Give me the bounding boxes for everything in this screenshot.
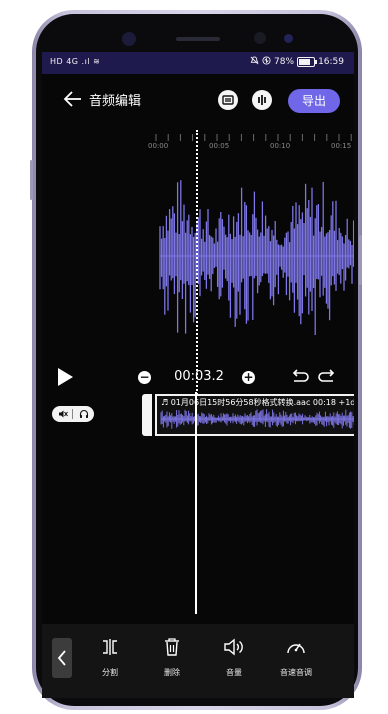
track-playhead[interactable] [195,392,197,614]
page-title: 音频编辑 [89,94,142,109]
undo-icon [292,369,309,382]
headphones-button[interactable] [73,406,94,422]
status-bar: HD 4G .ıl ≋ 78% 16:59 [42,52,354,74]
volume-icon [224,638,243,656]
track-options [52,406,94,422]
collapse-button[interactable] [52,638,72,678]
audio-track: ♬ 01月06日15时56分58秒格式转换.aac 00:18 +1db [42,392,354,440]
gauge-icon [287,643,305,654]
mute-notification-icon [250,56,259,68]
zoom-in-button[interactable]: + [242,371,255,384]
side-button-right [359,235,362,285]
zoom-out-button[interactable]: − [138,371,151,384]
mute-button[interactable] [52,406,73,422]
undo-button[interactable] [290,369,310,385]
battery-icon [297,57,318,67]
delete-tool[interactable]: 删除 [147,638,197,679]
clock: 16:59 [318,57,344,67]
main-waveform[interactable] [42,160,354,360]
volume-mute-icon [58,410,68,418]
sensor-2 [284,34,293,43]
tick-label: 00:00 [148,142,169,150]
audio-clip[interactable]: ♬ 01月06日15时56分58秒格式转换.aac 00:18 +1db [155,394,354,436]
front-camera [122,32,136,46]
ruler-ticks [155,134,352,141]
playback-controls: − 00:03.2 + [42,363,354,393]
clip-waveform [160,409,354,429]
status-right: 78% 16:59 [250,56,344,68]
tick-label: 00:10 [270,142,291,150]
clip-trim-handle[interactable] [142,394,152,436]
chevron-left-icon [57,650,66,666]
tick-label: 00:05 [209,142,230,150]
trash-icon [165,638,179,656]
app-screen: HD 4G .ıl ≋ 78% 16:59 音频编辑 导出 00:00 00:0… [42,52,354,698]
split-tool[interactable]: 分割 [85,638,135,679]
network-status: HD 4G .ıl ≋ [50,57,101,66]
bottom-toolbar: 分割 删除 音量 音速音调 [42,624,354,698]
volume-tool[interactable]: 音量 [209,638,259,679]
waveform-bars-icon [222,95,234,105]
volume-label: 音量 [226,668,242,677]
back-button[interactable] [62,88,84,110]
split-icon [103,639,117,655]
play-button[interactable] [58,368,73,386]
waveform-view-button[interactable] [218,90,238,110]
arrow-left-icon [63,91,81,107]
time-ruler: 00:00 00:05 00:10 00:15 [42,130,354,160]
speed-pitch-label: 音速音调 [280,668,312,677]
top-bar: 音频编辑 导出 [42,74,354,126]
playhead-cursor[interactable] [196,130,198,402]
equalizer-icon [258,95,266,105]
battery-percent: 78% [274,57,295,67]
audio-effect-button[interactable] [252,90,272,110]
current-time: 00:03.2 [174,369,224,384]
nfc-icon [262,56,271,68]
side-button-left [30,160,33,200]
headphones-icon [79,409,88,418]
split-label: 分割 [102,668,118,677]
clip-label: ♬ 01月06日15时56分58秒格式转换.aac 00:18 +1db [161,398,354,407]
tick-label: 00:15 [331,142,352,150]
export-button[interactable]: 导出 [288,89,340,113]
redo-icon [318,369,335,382]
delete-label: 删除 [164,668,180,677]
sensor [254,32,266,44]
redo-button[interactable] [317,369,337,385]
earpiece [176,37,220,41]
speed-pitch-tool[interactable]: 音速音调 [271,638,321,679]
